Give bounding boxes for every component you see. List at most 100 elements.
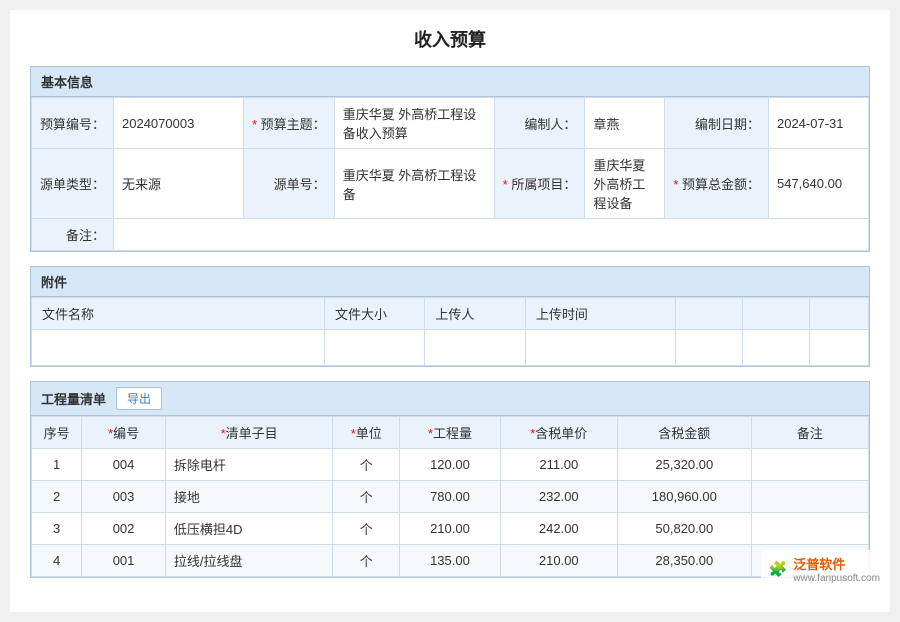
attach-empty-b xyxy=(743,330,810,366)
bill-body: 序号 *编号 *清单子目 *单位 *工程量 *含税单价 含税金额 备注 1 00… xyxy=(31,416,869,577)
attach-empty-c xyxy=(810,330,869,366)
bill-header: 工程量清单 导出 xyxy=(31,382,869,416)
bill-cell-qty: 210.00 xyxy=(400,513,500,545)
bill-cell-amount: 50,820.00 xyxy=(617,513,751,545)
attach-col-size: 文件大小 xyxy=(324,298,424,330)
budget-no-label: 预算编号： xyxy=(32,98,114,149)
bill-cell-code: 004 xyxy=(82,449,166,481)
sub-project-value: 重庆华夏 外高桥工程设备 xyxy=(585,149,665,219)
attach-col-uploader: 上传人 xyxy=(425,298,525,330)
total-amount-value: 547,640.00 xyxy=(768,149,868,219)
bill-row: 2 003 接地 个 780.00 232.00 180,960.00 xyxy=(32,481,869,513)
bill-row: 3 002 低压横担4D 个 210.00 242.00 50,820.00 xyxy=(32,513,869,545)
bill-section: 工程量清单 导出 序号 *编号 *清单子目 *单位 *工程量 *含税单价 含税金… xyxy=(30,381,870,578)
attachment-table: 文件名称 文件大小 上传人 上传时间 xyxy=(31,297,869,366)
bill-col-qty: *工程量 xyxy=(400,417,500,449)
bill-cell-remark xyxy=(751,449,868,481)
budget-theme-value: 重庆华夏 外高桥工程设备收入预算 xyxy=(334,98,494,149)
bill-cell-remark xyxy=(751,513,868,545)
budget-theme-label: * 预算主题： xyxy=(244,98,335,149)
source-type-label: 源单类型： xyxy=(32,149,114,219)
bill-cell-unit-price: 242.00 xyxy=(500,513,617,545)
editor-value: 章燕 xyxy=(585,98,665,149)
source-type-value: 无来源 xyxy=(114,149,244,219)
bill-cell-unit-price: 232.00 xyxy=(500,481,617,513)
bill-cell-item: 低压横担4D xyxy=(165,513,332,545)
attach-col-a xyxy=(676,298,743,330)
bill-cell-unit: 个 xyxy=(333,449,400,481)
page-title: 收入预算 xyxy=(30,26,870,52)
required-mark: * xyxy=(252,117,257,132)
bill-col-unit: *单位 xyxy=(333,417,400,449)
bill-cell-unit: 个 xyxy=(333,481,400,513)
bill-cell-amount: 28,350.00 xyxy=(617,545,751,577)
edit-date-label: 编制日期： xyxy=(665,98,769,149)
basic-info-table: 预算编号： 2024070003 * 预算主题： 重庆华夏 外高桥工程设备收入预… xyxy=(31,97,869,251)
bill-header-label: 工程量清单 xyxy=(41,389,106,408)
attachment-header: 附件 xyxy=(31,267,869,297)
sub-project-label: * 所属项目： xyxy=(494,149,585,219)
editor-label: 编制人： xyxy=(494,98,585,149)
attach-empty-size xyxy=(324,330,424,366)
watermark-logo: 🧩 xyxy=(769,560,788,578)
export-button[interactable]: 导出 xyxy=(116,387,162,410)
bill-cell-code: 003 xyxy=(82,481,166,513)
bill-cell-unit: 个 xyxy=(333,513,400,545)
attachment-header-row: 文件名称 文件大小 上传人 上传时间 xyxy=(32,298,869,330)
bill-cell-qty: 120.00 xyxy=(400,449,500,481)
bill-cell-unit-price: 211.00 xyxy=(500,449,617,481)
attach-col-b xyxy=(743,298,810,330)
attach-empty-a xyxy=(676,330,743,366)
bill-cell-unit: 个 xyxy=(333,545,400,577)
bill-cell-qty: 135.00 xyxy=(400,545,500,577)
basic-info-body: 预算编号： 2024070003 * 预算主题： 重庆华夏 外高桥工程设备收入预… xyxy=(31,97,869,251)
bill-cell-seq: 2 xyxy=(32,481,82,513)
bill-cell-code: 001 xyxy=(82,545,166,577)
bill-row: 1 004 拆除电杆 个 120.00 211.00 25,320.00 xyxy=(32,449,869,481)
attach-col-c xyxy=(810,298,869,330)
bill-cell-remark xyxy=(751,481,868,513)
attach-empty-name xyxy=(32,330,325,366)
bill-cell-qty: 780.00 xyxy=(400,481,500,513)
remark-label: 备注： xyxy=(32,219,114,251)
bill-cell-item: 拆除电杆 xyxy=(165,449,332,481)
bill-row: 4 001 拉线/拉线盘 个 135.00 210.00 28,350.00 xyxy=(32,545,869,577)
watermark-text-block: 泛普软件 www.fanpusoft.com xyxy=(793,554,880,584)
bill-col-remark: 备注 xyxy=(751,417,868,449)
bill-cell-seq: 3 xyxy=(32,513,82,545)
watermark-url: www.fanpusoft.com xyxy=(793,573,880,584)
required-mark-2: * xyxy=(503,177,508,192)
required-mark-3: * xyxy=(673,177,678,192)
info-row-2: 源单类型： 无来源 源单号： 重庆华夏 外高桥工程设备 * 所属项目： 重庆华夏… xyxy=(32,149,869,219)
source-no-label: 源单号： xyxy=(244,149,335,219)
bill-cell-code: 002 xyxy=(82,513,166,545)
attachment-section: 附件 文件名称 文件大小 上传人 上传时间 xyxy=(30,266,870,367)
bill-col-item: *清单子目 xyxy=(165,417,332,449)
bill-col-amount: 含税金额 xyxy=(617,417,751,449)
basic-info-header: 基本信息 xyxy=(31,67,869,97)
info-row-1: 预算编号： 2024070003 * 预算主题： 重庆华夏 外高桥工程设备收入预… xyxy=(32,98,869,149)
budget-no-value: 2024070003 xyxy=(114,98,244,149)
total-amount-label: * 预算总金额： xyxy=(665,149,769,219)
attach-col-time: 上传时间 xyxy=(525,298,676,330)
bill-cell-seq: 1 xyxy=(32,449,82,481)
bill-cell-item: 拉线/拉线盘 xyxy=(165,545,332,577)
attach-empty-time xyxy=(525,330,676,366)
bill-col-seq: 序号 xyxy=(32,417,82,449)
bill-cell-amount: 25,320.00 xyxy=(617,449,751,481)
basic-info-section: 基本信息 预算编号： 2024070003 * 预算主题： 重庆华夏 外高桥工程… xyxy=(30,66,870,252)
bill-cell-amount: 180,960.00 xyxy=(617,481,751,513)
attach-empty-uploader xyxy=(425,330,525,366)
info-row-3: 备注： xyxy=(32,219,869,251)
watermark-brand: 泛普软件 xyxy=(793,554,880,573)
source-no-value: 重庆华夏 外高桥工程设备 xyxy=(334,149,494,219)
bill-col-code: *编号 xyxy=(82,417,166,449)
bill-header-row: 序号 *编号 *清单子目 *单位 *工程量 *含税单价 含税金额 备注 xyxy=(32,417,869,449)
bill-cell-item: 接地 xyxy=(165,481,332,513)
attach-col-name: 文件名称 xyxy=(32,298,325,330)
watermark: 🧩 泛普软件 www.fanpusoft.com xyxy=(761,550,888,588)
remark-value xyxy=(114,219,869,251)
page-container: 收入预算 基本信息 预算编号： 2024070003 * 预算主题： 重庆华夏 … xyxy=(10,10,890,612)
attachment-empty-row xyxy=(32,330,869,366)
bill-col-unit-price: *含税单价 xyxy=(500,417,617,449)
